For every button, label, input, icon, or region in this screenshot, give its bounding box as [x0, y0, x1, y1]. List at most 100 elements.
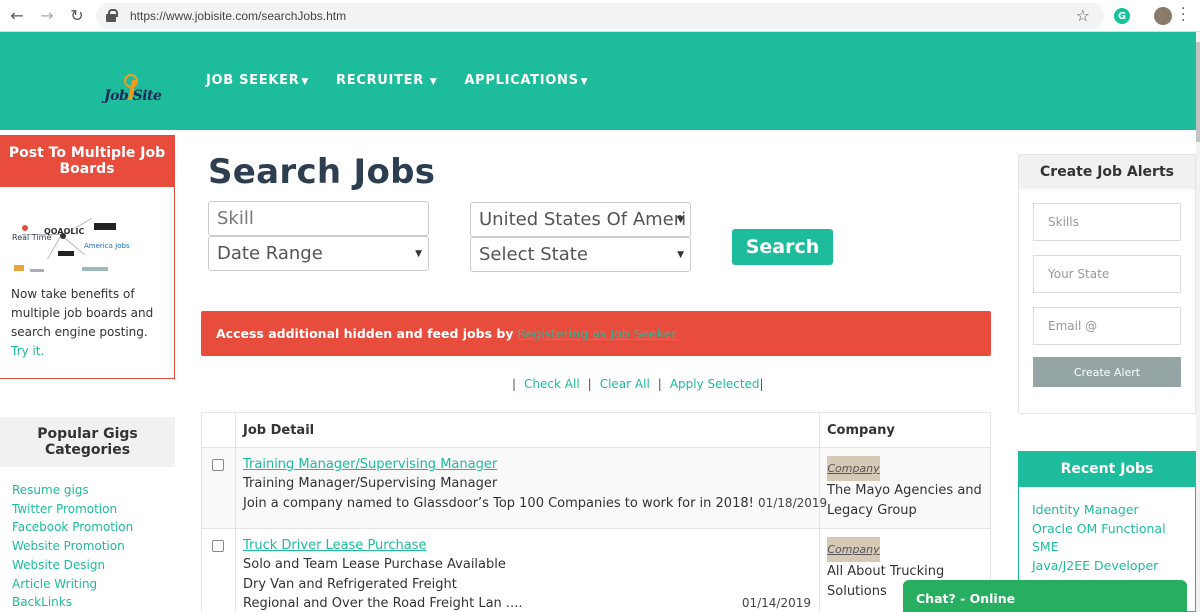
nav-applications-label: APPLICATIONS: [464, 73, 579, 88]
browser-menu-icon[interactable]: · · ·: [1181, 2, 1185, 28]
check-all-link[interactable]: Check All: [524, 377, 580, 391]
logo-text: Job Site: [104, 88, 162, 104]
table-row: Truck Driver Lease Purchase Solo and Tea…: [202, 529, 990, 612]
chat-widget[interactable]: Chat? - Online: [903, 580, 1187, 612]
register-link[interactable]: Registering as Job Seeker: [517, 326, 676, 341]
gig-link[interactable]: Resume gigs: [12, 481, 175, 500]
header-company: Company: [827, 423, 895, 438]
job-boards-diagram: Real Time QOAOLIC America Jobs: [0, 187, 174, 282]
header-checkbox-col: [202, 413, 236, 447]
clear-all-link[interactable]: Clear All: [600, 377, 650, 391]
diagram-label-qoaolic: QOAOLIC: [44, 227, 85, 236]
caret-down-icon: ▼: [301, 77, 310, 87]
gig-link[interactable]: Facebook Promotion: [12, 518, 175, 537]
promo-text: Now take benefits of multiple job boards…: [0, 282, 174, 364]
reload-icon[interactable]: ↻: [66, 5, 88, 27]
country-select[interactable]: United States Of Ameri ▼: [470, 202, 691, 237]
site-logo[interactable]: Job Site: [104, 74, 168, 108]
caret-down-icon: ▼: [580, 77, 589, 87]
alert-email-placeholder: Email @: [1048, 319, 1098, 333]
alert-skills-input[interactable]: Skills: [1033, 203, 1181, 241]
state-select[interactable]: Select State ▼: [470, 237, 691, 272]
bookmark-star-icon[interactable]: ☆: [1076, 6, 1090, 25]
site-header: Job Site JOB SEEKER ▼ RECRUITER ▼ APPLICA…: [0, 32, 1196, 130]
diagram-logo-block: [30, 269, 44, 272]
forward-arrow-icon[interactable]: →: [36, 5, 58, 27]
row-checkbox-cell: [202, 448, 236, 528]
date-range-value: Date Range: [217, 243, 323, 264]
company-cell: Company The Mayo Agencies and Legacy Gro…: [820, 448, 990, 528]
browser-toolbar: ← → ↻ https://www.jobisite.com/searchJob…: [0, 0, 1200, 32]
recent-job-link[interactable]: Java/J2EE Developer: [1032, 557, 1195, 576]
multi-board-promo: Post To Multiple Job Boards Real Time QO…: [0, 135, 175, 379]
skill-input[interactable]: Skill: [208, 201, 429, 236]
grammarly-extension-icon[interactable]: G: [1114, 8, 1130, 24]
alert-email-input[interactable]: Email @: [1033, 307, 1181, 345]
row-checkbox[interactable]: [212, 540, 224, 552]
nav-job-seeker[interactable]: JOB SEEKER ▼: [206, 73, 309, 88]
gig-link[interactable]: Article Writing: [12, 575, 175, 594]
nav-applications[interactable]: APPLICATIONS ▼: [464, 73, 588, 88]
job-description-line: Solo and Team Lease Purchase Available: [243, 557, 506, 572]
company-logo[interactable]: Company: [827, 456, 880, 481]
job-date: 01/18/2019: [757, 495, 828, 510]
job-detail-cell: Truck Driver Lease Purchase Solo and Tea…: [236, 529, 820, 612]
gigs-list: Resume gigs Twitter Promotion Facebook P…: [0, 467, 175, 612]
select-arrow-icon: ▼: [677, 214, 684, 225]
header-job-detail: Job Detail: [236, 413, 820, 447]
recent-job-link[interactable]: Oracle OM Functional SME: [1032, 520, 1195, 557]
try-it-link[interactable]: Try it.: [11, 344, 44, 358]
separator: |: [587, 377, 592, 391]
recent-jobs-list: Identity Manager Oracle OM Functional SM…: [1019, 487, 1195, 575]
select-arrow-icon: ▼: [677, 249, 684, 260]
gigs-title: Popular Gigs Categories: [0, 417, 175, 467]
separator: |: [512, 377, 517, 391]
profile-avatar[interactable]: [1154, 7, 1172, 25]
diagram-label-america-jobs: America Jobs: [84, 242, 130, 250]
separator: |: [759, 377, 764, 391]
gig-link[interactable]: Twitter Promotion: [12, 500, 175, 519]
promo-description: Now take benefits of multiple job boards…: [11, 287, 154, 339]
nav-recruiter[interactable]: RECRUITER ▼: [336, 73, 437, 88]
job-description-line: Join a company named to Glassdoor’s Top …: [243, 494, 827, 514]
scrollbar-thumb[interactable]: [1196, 42, 1200, 142]
create-alert-button[interactable]: Create Alert: [1033, 357, 1181, 387]
page-scrollbar[interactable]: [1196, 32, 1200, 612]
url-text[interactable]: https://www.jobisite.com/searchJobs.htm: [130, 9, 346, 23]
job-alerts-title: Create Job Alerts: [1019, 155, 1195, 189]
row-checkbox[interactable]: [212, 459, 224, 471]
diagram-logo-block: [82, 267, 108, 271]
job-detail-cell: Training Manager/Supervising Manager Tra…: [236, 448, 827, 528]
separator: |: [657, 377, 662, 391]
gig-link[interactable]: Website Promotion: [12, 537, 175, 556]
table-header: Job Detail Company: [202, 413, 990, 448]
job-description-line: Dry Van and Refrigerated Freight: [243, 576, 457, 592]
company-name: The Mayo Agencies and Legacy Group: [827, 483, 982, 518]
jobs-table: Job Detail Company Training Manager/Supe…: [201, 412, 991, 612]
alert-skills-placeholder: Skills: [1048, 215, 1079, 229]
address-bar[interactable]: https://www.jobisite.com/searchJobs.htm …: [96, 3, 1104, 29]
select-arrow-icon: ▼: [415, 248, 422, 259]
job-date: 01/14/2019: [741, 596, 811, 610]
company-logo[interactable]: Company: [827, 537, 880, 562]
country-value: United States Of Ameri: [479, 209, 687, 230]
back-arrow-icon[interactable]: ←: [6, 5, 28, 27]
job-title-link[interactable]: Truck Driver Lease Purchase: [243, 536, 819, 555]
promo-title: Post To Multiple Job Boards: [0, 136, 174, 187]
search-button[interactable]: Search: [732, 229, 833, 265]
recent-jobs-title: Recent Jobs: [1019, 452, 1195, 487]
state-value: Select State: [479, 244, 588, 265]
diagram-logo-block: [94, 223, 116, 230]
apply-selected-link[interactable]: Apply Selected: [670, 377, 760, 391]
recent-job-link[interactable]: Identity Manager: [1032, 501, 1195, 520]
alert-state-input[interactable]: Your State: [1033, 255, 1181, 293]
register-banner: Access additional hidden and feed jobs b…: [201, 311, 991, 356]
diagram-logo-block: [58, 251, 74, 256]
gig-link[interactable]: Website Design: [12, 556, 175, 575]
date-range-select[interactable]: Date Range ▼: [208, 236, 429, 271]
job-alerts-panel: Create Job Alerts Skills Your State Emai…: [1018, 154, 1196, 414]
lock-icon: [106, 9, 118, 23]
job-title-link[interactable]: Training Manager/Supervising Manager: [243, 455, 819, 474]
bulk-actions: | Check All | Clear All | Apply Selected|: [504, 377, 764, 391]
gig-link[interactable]: BackLinks: [12, 593, 175, 612]
